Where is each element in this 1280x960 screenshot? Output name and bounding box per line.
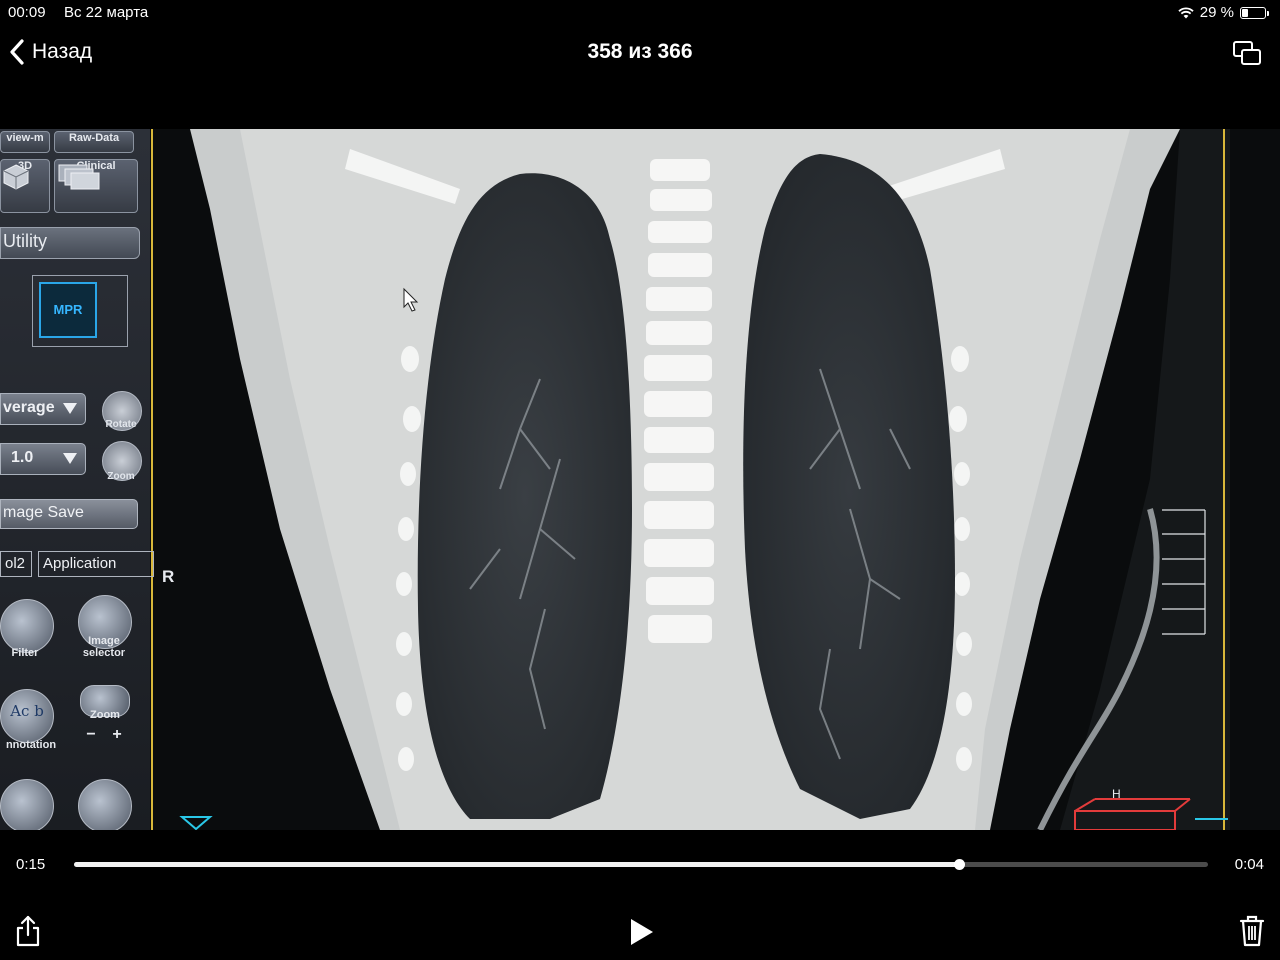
view-tab-label: view-m <box>6 132 44 144</box>
share-icon[interactable] <box>14 914 42 948</box>
rotate-label: Rotate <box>105 419 137 430</box>
orientation-h-marker: H <box>1112 787 1121 801</box>
status-right: 29 % <box>1178 4 1269 21</box>
mpr-panel: MPR <box>32 275 128 347</box>
clinical-stack-icon <box>58 164 100 190</box>
cube-icon <box>3 164 29 190</box>
zoom-tool-label: Zoom <box>90 709 120 721</box>
annotation-glyph: Ac b <box>10 702 44 720</box>
trash-icon[interactable] <box>1238 914 1266 948</box>
battery-icon <box>1240 6 1269 19</box>
screen-mirror-icon[interactable] <box>1232 39 1262 67</box>
dropdown-arrow-icon <box>63 453 77 464</box>
average-select[interactable]: verage <box>0 393 86 425</box>
status-date: Вс 22 марта <box>64 4 149 21</box>
wifi-icon <box>1178 6 1194 18</box>
roi-icon[interactable] <box>78 779 132 830</box>
battery-level <box>1242 8 1249 17</box>
play-icon[interactable] <box>626 916 656 948</box>
remaining-time: 0:04 <box>1234 856 1264 873</box>
annotation-icon[interactable]: Ac b <box>0 689 54 743</box>
scrubber-thumb[interactable] <box>953 859 965 870</box>
clinical-button[interactable]: Clinical <box>54 159 138 213</box>
image-selector-label: Image selector <box>72 635 136 659</box>
dropdown-arrow-icon <box>63 403 77 414</box>
status-time: 00:09 <box>8 4 46 21</box>
filter-label: Filter <box>11 647 39 659</box>
scrubber-track[interactable] <box>74 859 1208 870</box>
zoom-plus-button[interactable]: + <box>108 726 126 744</box>
photo-counter: 358 из 366 <box>587 40 693 63</box>
elapsed-time: 0:15 <box>16 856 46 873</box>
annotation-label: nnotation <box>5 739 57 751</box>
nav-bar: Назад 358 из 366 <box>0 30 1280 76</box>
3d-button[interactable]: 3D <box>0 159 50 213</box>
measure-icon[interactable] <box>0 779 54 830</box>
view-tab[interactable]: view-m <box>0 131 50 153</box>
raw-data-tab-label: Raw-Data <box>68 132 120 144</box>
application-tab[interactable]: Application <box>38 551 154 577</box>
status-bar: 00:09 Вс 22 марта 29 % <box>0 0 1280 26</box>
image-selector-line2: selector <box>82 647 126 659</box>
utility-button[interactable]: Utility <box>0 227 140 259</box>
raw-data-tab[interactable]: Raw-Data <box>54 131 134 153</box>
average-value: verage <box>3 399 55 416</box>
scrubber-fill <box>74 862 959 867</box>
ct-scan-image <box>0 129 1280 830</box>
tool2-tab[interactable]: ol2 <box>0 551 32 577</box>
filter-icon[interactable] <box>0 599 54 653</box>
video-frame[interactable]: view-m Raw-Data 3D Clinical Utility MPR … <box>0 129 1280 830</box>
orientation-r-marker: R <box>162 567 175 586</box>
thickness-value: 1.0 <box>11 449 34 466</box>
thickness-select[interactable]: 1.0 <box>0 443 86 475</box>
image-selector-line1: Image <box>88 635 120 647</box>
image-save-button[interactable]: mage Save <box>0 499 138 529</box>
battery-percent: 29 % <box>1199 4 1234 21</box>
zoom-minus-button[interactable]: − <box>82 726 100 744</box>
mpr-button[interactable]: MPR <box>39 282 97 338</box>
zoom-label: Zoom <box>107 471 135 482</box>
